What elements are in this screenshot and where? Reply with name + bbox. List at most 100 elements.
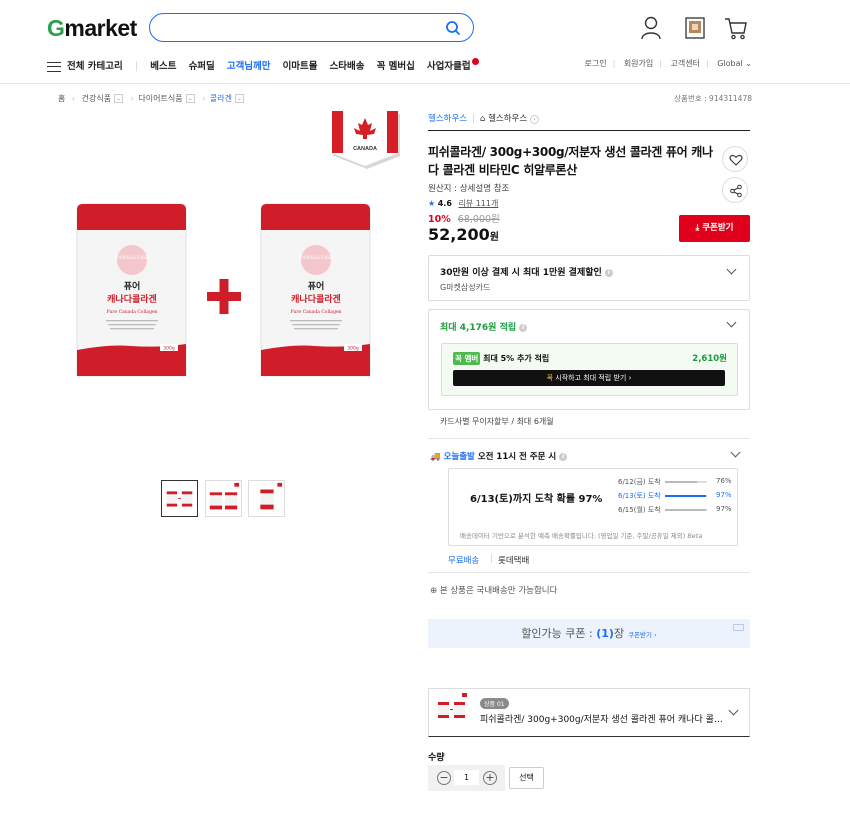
chevron-down-icon[interactable]: ⌄ (185, 94, 195, 103)
membership-badge: 꼭 멤버 (453, 352, 481, 365)
svg-text:캐나다콜라겐: 캐나다콜라겐 (291, 293, 341, 305)
ad-icon (733, 624, 744, 631)
all-categories-menu[interactable]: 전체 카테고리 (47, 58, 123, 72)
chevron-down-icon[interactable] (730, 447, 741, 458)
coupon-bar[interactable]: 할인가능 쿠폰 : (1)장 쿠폰받기 › (428, 619, 750, 648)
quantity-stepper: − 1 + (428, 765, 505, 791)
points-amount: 4,176원 (459, 323, 497, 333)
probability-bar (665, 481, 707, 483)
info-icon[interactable]: i (559, 452, 568, 461)
chevron-down-icon[interactable]: ⌄ (234, 94, 244, 103)
new-badge (471, 58, 479, 65)
svg-text:CANADA FISH: CANADA FISH (115, 255, 149, 261)
section-divider (428, 438, 750, 439)
shipping-header: 🚚 오늘출발 오전 11시 전 주문 시i (430, 450, 568, 462)
thumbnail-2[interactable] (205, 480, 242, 517)
product-title: 피쉬콜라겐/ 300g+300g/저분자 생선 콜라겐 퓨어 캐나다 콜라겐 비… (428, 145, 713, 177)
original-price: 68,000원 (457, 214, 500, 225)
store-home-link[interactable]: ⌂ 헬스하우스 › (480, 114, 539, 124)
svg-text:캐나다콜라겐: 캐나다콜라겐 (107, 293, 157, 305)
quantity-input[interactable]: 1 (454, 770, 479, 785)
header-divider (0, 83, 850, 84)
nav-item-star-delivery[interactable]: 스타배송 (330, 58, 365, 72)
coupon-link[interactable]: 쿠폰받기 › (628, 631, 657, 639)
product-pouch-right: CANADA FISH 퓨어 캐나다콜라겐 Pure Canada Collag… (260, 203, 371, 377)
nav-item-membership[interactable]: 꼭 멤버십 (377, 58, 415, 72)
carrier: 롯데택배 (498, 556, 530, 566)
wishlist-button[interactable] (722, 146, 748, 172)
svg-text:퓨어: 퓨어 (308, 280, 325, 292)
breadcrumb-health[interactable]: 건강식품 (82, 94, 111, 103)
delivery-estimate-main: 6/13(토)까지 도착 확률 97% (470, 494, 603, 505)
plus-sign (207, 279, 241, 314)
option-thumbnail (438, 693, 467, 718)
option-name: 피쉬콜라겐/ 300g+300g/저분자 생선 콜라겐 퓨어 캐나다 콜라겐 비… (480, 715, 728, 725)
login-link[interactable]: 로그인 (584, 59, 606, 68)
utility-links: 로그인 | 회원가입 | 고객센터 | Global ⌄ (584, 59, 752, 68)
thumbnail-1[interactable] (161, 480, 198, 517)
info-icon[interactable]: i (519, 323, 528, 332)
main-nav: 전체 카테고리 | 베스트 슈퍼딜 고객님께만 이마트몰 스타배송 꼭 멤버십 … (47, 58, 488, 72)
globe-icon: ⊕ (430, 586, 438, 596)
svg-text:Pure Canada Collagen: Pure Canada Collagen (106, 309, 157, 315)
svg-text:CANADA FISH: CANADA FISH (299, 255, 333, 261)
coupon-download-button[interactable]: ⤓ 쿠폰받기 (679, 215, 750, 242)
breadcrumb-diet[interactable]: 다이어트식품 (138, 94, 182, 103)
points-title: 최대 4,176원 적립 i (440, 320, 528, 333)
nav-divider: | (134, 61, 139, 72)
search-input[interactable] (149, 13, 474, 42)
user-icon[interactable] (640, 16, 662, 40)
probability-bar (665, 495, 707, 497)
thumbnail-3[interactable] (248, 480, 285, 517)
nav-item-best[interactable]: 베스트 (150, 58, 176, 72)
coupon-count: (1) (596, 627, 614, 640)
nav-item-for-you[interactable]: 고객님께만 (227, 58, 271, 72)
delivery-footnote: 배송데이터 기반으로 분석한 예측 배송확률입니다. (영업일 기준, 주말/공… (460, 532, 703, 540)
canada-flag-badge: CANADA (332, 111, 400, 169)
origin-info: 원산지 : 상세설명 참조 (428, 184, 510, 194)
payment-discount-card: G마켓삼성카드 (440, 283, 491, 292)
chevron-down-icon[interactable]: ⌄ (114, 94, 124, 103)
nav-item-business-club[interactable]: 사업자클럽 (427, 58, 479, 72)
product-main-image[interactable]: CANADA CANADA FISH 퓨어 캐나다콜라겐 Pure Canada… (50, 108, 400, 453)
price-unit: 원 (489, 232, 499, 243)
rating-score: 4.6 (437, 199, 452, 208)
section-divider (428, 572, 750, 573)
cart-icon[interactable] (724, 16, 748, 40)
plus-button[interactable]: + (483, 771, 497, 785)
probability-bar-fill (665, 509, 706, 511)
store-link[interactable]: 헬스하우스 (428, 114, 467, 124)
info-icon[interactable]: i (604, 268, 613, 277)
membership-points: 2,610원 (692, 354, 727, 364)
customer-center-link[interactable]: 고객센터 (671, 59, 700, 68)
discount-rate: 10% (428, 214, 451, 225)
search-icon[interactable] (445, 20, 461, 36)
breadcrumb-home[interactable]: 홈 (58, 94, 65, 103)
product-number: 상품번호 : 914311478 (674, 94, 752, 103)
quantity-label: 수량 (428, 753, 445, 763)
nav-item-superdeal[interactable]: 슈퍼딜 (189, 58, 215, 72)
signup-link[interactable]: 회원가입 (624, 59, 653, 68)
membership-text: 꼭 멤버 최대 5% 추가 적립 (453, 352, 550, 365)
svg-text:Pure Canada Collagen: Pure Canada Collagen (290, 309, 341, 315)
delivery-probability-row: 6/12(금) 도착 (618, 477, 661, 487)
select-button[interactable]: 선택 (509, 767, 544, 789)
payment-discount-box[interactable] (428, 255, 750, 301)
breadcrumb-collagen[interactable]: 콜라겐 (210, 94, 232, 103)
gmarket-logo[interactable]: Gmarket (47, 15, 137, 42)
payment-discount-title: 30만원 이상 결제 시 최대 1만원 결제할인 i (440, 265, 613, 278)
svg-text:300g: 300g (347, 346, 359, 352)
nav-item-emart[interactable]: 이마트몰 (283, 58, 318, 72)
heart-icon (729, 154, 743, 166)
svg-text:300g: 300g (163, 346, 175, 352)
probability-percent: 97% (716, 491, 732, 499)
recent-items-icon[interactable] (684, 16, 706, 40)
review-count-link[interactable]: 리뷰 111개 (458, 199, 498, 208)
star-icon: ★ (428, 199, 436, 208)
global-link[interactable]: Global ⌄ (717, 59, 752, 68)
svg-text:퓨어: 퓨어 (124, 280, 141, 292)
probability-percent: 76% (716, 477, 732, 485)
minus-button[interactable]: − (437, 771, 451, 785)
membership-start-button[interactable]: 꼭 시작하고 최대 적립 받기 › (453, 370, 725, 386)
divider: | (490, 554, 493, 564)
